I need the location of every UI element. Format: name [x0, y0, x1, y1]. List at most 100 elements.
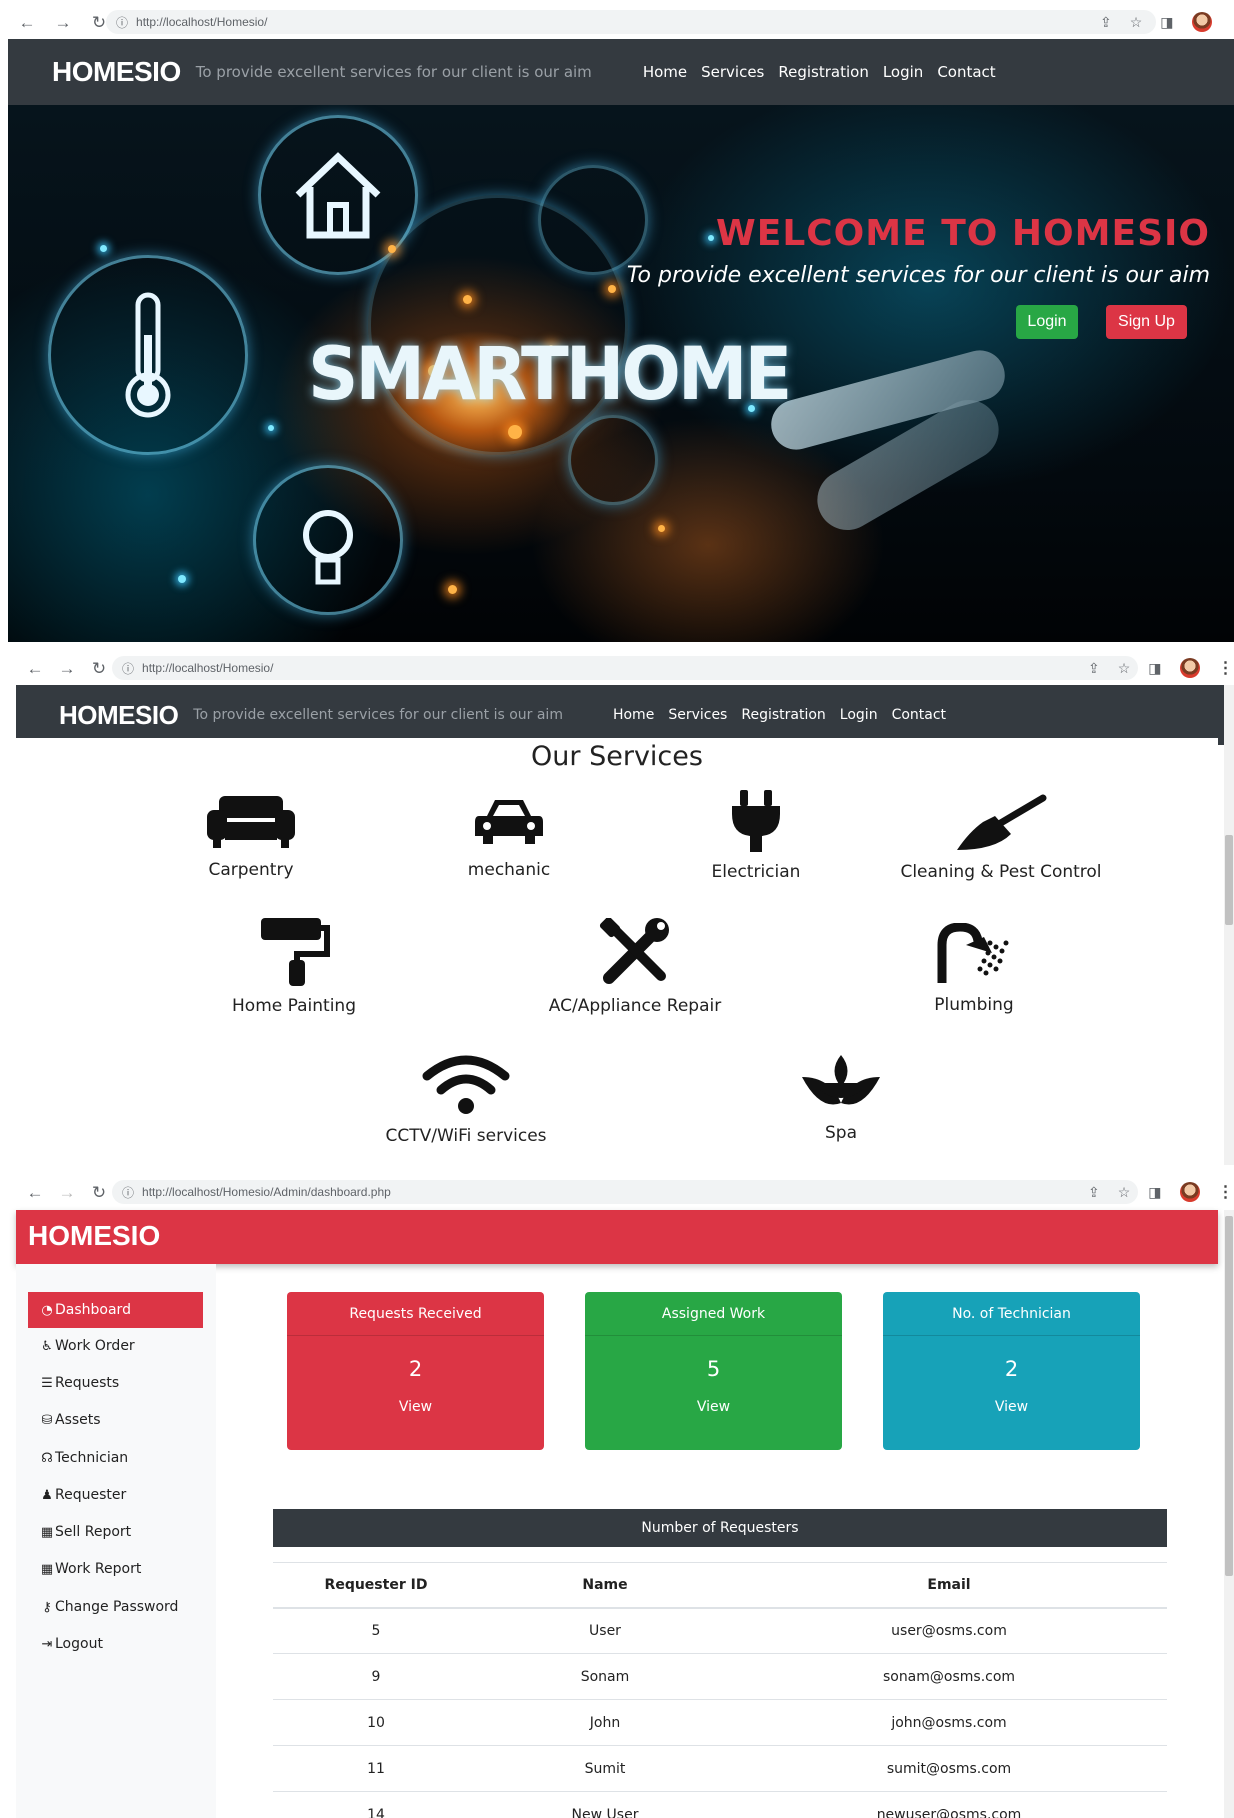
- reload-icon[interactable]: ↻: [90, 1184, 108, 1201]
- profile-avatar-icon[interactable]: [1179, 658, 1200, 678]
- site-brand[interactable]: HOMESIO: [59, 700, 179, 731]
- sidepanel-icon[interactable]: ◨: [1148, 1184, 1161, 1201]
- nav-contact[interactable]: Contact: [937, 63, 995, 81]
- card-view-link[interactable]: View: [287, 1399, 544, 1415]
- nav-contact[interactable]: Contact: [892, 707, 946, 723]
- sidebar-item-requester[interactable]: ♟ Requester: [28, 1477, 203, 1513]
- table-row: 11 Sumit sumit@osms.com: [273, 1745, 1167, 1792]
- spark: [448, 585, 457, 594]
- spark: [388, 245, 396, 253]
- service-label: mechanic: [467, 860, 551, 880]
- nav-registration[interactable]: Registration: [741, 707, 825, 723]
- hero-signup-button[interactable]: Sign Up: [1106, 305, 1187, 339]
- star-icon[interactable]: ☆: [1118, 660, 1131, 677]
- sidebar-item-dashboard[interactable]: ◔ Dashboard: [28, 1292, 203, 1328]
- service-plumbing[interactable]: Plumbing: [894, 923, 1054, 1015]
- sidebar-item-technician[interactable]: ☊ Technician: [28, 1440, 203, 1476]
- scrollbar-thumb[interactable]: [1225, 1216, 1233, 1576]
- browser-actions: ⇪ ☆ ◨ ⋮: [1088, 658, 1234, 678]
- site-brand[interactable]: HOMESIO: [52, 56, 181, 88]
- address-bar[interactable]: ⓘ http://localhost/Homesio/: [106, 10, 1156, 34]
- nav-login[interactable]: Login: [840, 707, 878, 723]
- thermometer-icon: [125, 292, 171, 418]
- spark: [463, 295, 472, 304]
- card-view-link[interactable]: View: [585, 1399, 842, 1415]
- back-arrow-icon[interactable]: ←: [26, 660, 44, 677]
- sidepanel-icon[interactable]: ◨: [1148, 660, 1161, 677]
- sidebar-item-sell-report[interactable]: ▦ Sell Report: [28, 1514, 203, 1550]
- card-assigned-work: Assigned Work 5 View: [585, 1292, 842, 1450]
- service-spa[interactable]: Spa: [761, 1053, 921, 1143]
- url-text: http://localhost/Homesio/Admin/dashboard…: [142, 1185, 391, 1199]
- service-ac-repair[interactable]: AC/Appliance Repair: [520, 918, 750, 1016]
- services-title: Our Services: [531, 741, 703, 772]
- back-arrow-icon[interactable]: ←: [26, 1184, 44, 1201]
- cell-email: user@osms.com: [731, 1607, 1167, 1654]
- nav-login[interactable]: Login: [883, 63, 923, 81]
- service-painting[interactable]: Home Painting: [199, 918, 389, 1016]
- sidebar-item-change-password[interactable]: ⚷ Change Password: [28, 1589, 203, 1625]
- service-cleaning[interactable]: Cleaning & Pest Control: [886, 794, 1116, 882]
- address-bar[interactable]: ⓘ http://localhost/Homesio/Admin/dashboa…: [112, 1180, 1138, 1204]
- service-label: Electrician: [711, 862, 801, 882]
- sidebar-item-work-report[interactable]: ▦ Work Report: [28, 1551, 203, 1587]
- nav-home[interactable]: Home: [613, 707, 654, 723]
- nav-services[interactable]: Services: [701, 63, 764, 81]
- service-mechanic[interactable]: mechanic: [429, 796, 589, 880]
- services-section: Our Services Carpentry mechanic Electric…: [16, 738, 1218, 1170]
- star-icon[interactable]: ☆: [1130, 14, 1143, 31]
- hero-login-button[interactable]: Login: [1016, 305, 1078, 339]
- nav-home[interactable]: Home: [643, 63, 687, 81]
- back-arrow-icon[interactable]: ←: [18, 14, 36, 31]
- browser-toolbar: ← → ↻ ⓘ http://localhost/Homesio/ ⇪ ☆ ◨ …: [0, 9, 1234, 35]
- service-label: Cleaning & Pest Control: [900, 862, 1102, 882]
- card-count: 2: [408, 1357, 423, 1381]
- site-tagline: To provide excellent services for our cl…: [195, 63, 592, 81]
- reload-icon[interactable]: ↻: [90, 660, 108, 677]
- table-icon: ▦: [40, 1561, 54, 1577]
- sidepanel-icon[interactable]: ◨: [1160, 14, 1173, 31]
- service-cctv-wifi[interactable]: CCTV/WiFi services: [351, 1054, 581, 1146]
- forward-arrow-icon[interactable]: →: [58, 660, 76, 677]
- info-icon[interactable]: ⓘ: [122, 660, 134, 677]
- card-technicians: No. of Technician 2 View: [883, 1292, 1140, 1450]
- sidebar-item-label: Work Order: [55, 1338, 135, 1354]
- sidebar-item-assets[interactable]: ⛁ Assets: [28, 1402, 203, 1438]
- menu-dots-icon[interactable]: ⋮: [1218, 1182, 1234, 1202]
- profile-avatar-icon[interactable]: [1179, 1182, 1200, 1202]
- forward-arrow-icon[interactable]: →: [54, 14, 72, 31]
- share-icon[interactable]: ⇪: [1100, 14, 1112, 31]
- card-view-link[interactable]: View: [883, 1399, 1140, 1415]
- page-scrollbar[interactable]: [1224, 685, 1234, 1165]
- star-icon[interactable]: ☆: [1118, 1184, 1131, 1201]
- car-icon: [475, 800, 543, 844]
- dashboard-brand[interactable]: HOMESIO: [28, 1220, 160, 1252]
- nav-services[interactable]: Services: [668, 707, 727, 723]
- sidebar-item-requests[interactable]: ☰ Requests: [28, 1365, 203, 1401]
- headset-icon: ☊: [41, 1450, 53, 1466]
- requesters-table-heading: Number of Requesters: [273, 1509, 1167, 1547]
- address-bar[interactable]: ⓘ http://localhost/Homesio/: [112, 656, 1138, 680]
- service-electrician[interactable]: Electrician: [676, 790, 836, 882]
- service-carpentry[interactable]: Carpentry: [171, 794, 331, 880]
- menu-dots-icon[interactable]: ⋮: [1230, 12, 1234, 32]
- profile-avatar-icon[interactable]: [1191, 12, 1212, 32]
- nav-registration[interactable]: Registration: [778, 63, 868, 81]
- share-icon[interactable]: ⇪: [1088, 660, 1100, 677]
- share-icon[interactable]: ⇪: [1088, 1184, 1100, 1201]
- url-text: http://localhost/Homesio/: [136, 15, 268, 29]
- page-scrollbar[interactable]: [1224, 1210, 1234, 1818]
- forward-arrow-icon[interactable]: →: [58, 1184, 76, 1201]
- light-dot: [178, 575, 186, 583]
- browser-nav: ← → ↻: [18, 14, 108, 31]
- database-icon: ⛁: [41, 1412, 53, 1428]
- info-icon[interactable]: ⓘ: [116, 14, 128, 31]
- info-icon[interactable]: ⓘ: [122, 1184, 134, 1201]
- menu-dots-icon[interactable]: ⋮: [1218, 658, 1234, 678]
- cell-email: sumit@osms.com: [731, 1745, 1167, 1792]
- sidebar-item-logout[interactable]: ⇥ Logout: [28, 1626, 203, 1662]
- scrollbar-thumb[interactable]: [1225, 835, 1233, 925]
- card-title: Assigned Work: [585, 1292, 842, 1336]
- sidebar-item-work-order[interactable]: ♿ Work Order: [28, 1328, 203, 1364]
- browser-actions: ⇪ ☆ ◨ ⋮: [1088, 1182, 1234, 1202]
